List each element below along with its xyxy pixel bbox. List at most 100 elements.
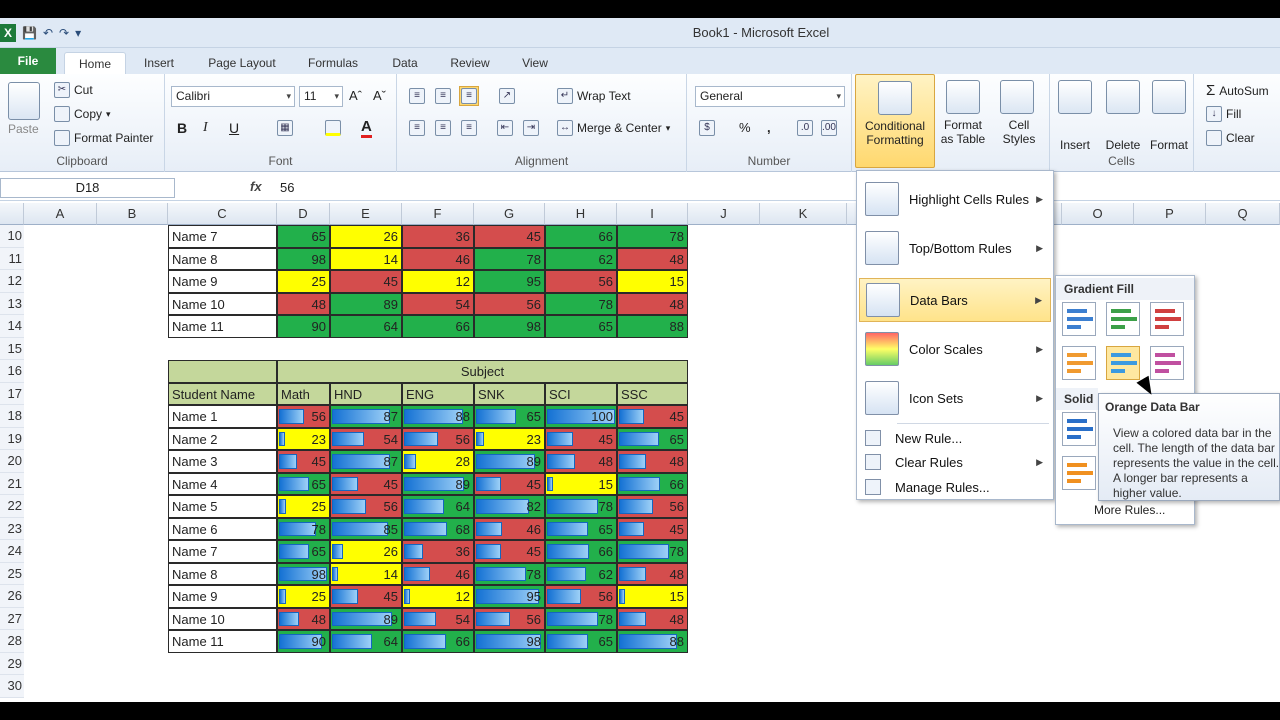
data-bar-cell[interactable]: 45 bbox=[474, 472, 545, 495]
data-bar-cell[interactable]: 36 bbox=[402, 540, 474, 563]
data-bar-cell[interactable]: 45 bbox=[545, 427, 617, 450]
data-bar-cell[interactable]: 87 bbox=[330, 405, 402, 428]
data-bar-cell[interactable]: 100 bbox=[545, 405, 617, 428]
data-bar-cell[interactable]: 78 bbox=[617, 540, 688, 563]
tab-file[interactable]: File bbox=[0, 48, 56, 74]
table-cell[interactable]: 98 bbox=[474, 315, 545, 338]
table-cell[interactable]: 78 bbox=[617, 225, 688, 248]
data-bar-cell[interactable]: 46 bbox=[402, 562, 474, 585]
font-size-combo[interactable]: 11 ▾ bbox=[299, 86, 343, 107]
data-bar-cell[interactable]: 78 bbox=[474, 562, 545, 585]
autosum-button[interactable]: Σ AutoSum bbox=[1206, 82, 1269, 99]
column-title-cell[interactable]: SCI bbox=[545, 382, 617, 405]
row-header[interactable]: 14 bbox=[0, 315, 24, 338]
data-bar-cell[interactable]: 48 bbox=[617, 607, 688, 630]
purple-gradient-bar-icon[interactable] bbox=[1150, 346, 1184, 380]
column-title-cell[interactable]: ENG bbox=[402, 382, 474, 405]
table-cell[interactable]: Name 6 bbox=[168, 517, 277, 540]
table-cell[interactable]: 66 bbox=[402, 315, 474, 338]
data-bar-cell[interactable]: 78 bbox=[545, 607, 617, 630]
data-bar-cell[interactable]: 62 bbox=[545, 562, 617, 585]
table-cell[interactable]: 48 bbox=[277, 292, 330, 315]
data-bar-cell[interactable]: 88 bbox=[617, 630, 688, 653]
data-bar-cell[interactable]: 78 bbox=[545, 495, 617, 518]
data-bar-cell[interactable]: 65 bbox=[474, 405, 545, 428]
table-cell[interactable]: Name 4 bbox=[168, 472, 277, 495]
data-bar-cell[interactable]: 56 bbox=[402, 427, 474, 450]
row-header[interactable]: 26 bbox=[0, 585, 24, 608]
table-cell[interactable]: 45 bbox=[474, 225, 545, 248]
table-cell[interactable]: 56 bbox=[545, 270, 617, 293]
table-cell[interactable]: 65 bbox=[545, 315, 617, 338]
row-header[interactable]: 12 bbox=[0, 270, 24, 293]
data-bar-cell[interactable]: 26 bbox=[330, 540, 402, 563]
wrap-text-button[interactable]: ↵ Wrap Text bbox=[557, 88, 631, 104]
name-box[interactable]: D18 bbox=[0, 178, 175, 198]
paste-icon[interactable] bbox=[8, 82, 40, 120]
row-header[interactable]: 13 bbox=[0, 292, 24, 315]
table-cell[interactable]: Name 7 bbox=[168, 225, 277, 248]
column-header[interactable]: F bbox=[402, 203, 474, 225]
tab-review[interactable]: Review bbox=[442, 52, 498, 74]
format-as-table-button[interactable]: Format as Table bbox=[938, 118, 988, 146]
data-bar-cell[interactable]: 46 bbox=[474, 517, 545, 540]
column-header[interactable]: A bbox=[24, 203, 97, 225]
table-cell[interactable]: 15 bbox=[617, 270, 688, 293]
data-bar-cell[interactable]: 23 bbox=[277, 427, 330, 450]
format-painter-button[interactable]: Format Painter bbox=[54, 130, 153, 146]
data-bar-cell[interactable]: 15 bbox=[545, 472, 617, 495]
table-cell[interactable]: 36 bbox=[402, 225, 474, 248]
bold-button[interactable]: B bbox=[177, 120, 187, 136]
insert-button[interactable]: Insert bbox=[1050, 138, 1100, 152]
data-bar-cell[interactable]: 25 bbox=[277, 495, 330, 518]
table-cell[interactable]: 66 bbox=[545, 225, 617, 248]
table-cell[interactable]: 48 bbox=[617, 292, 688, 315]
menu-color-scales[interactable]: Color Scales ▶ bbox=[859, 327, 1051, 371]
row-header[interactable]: 30 bbox=[0, 675, 24, 698]
percent-button[interactable]: % bbox=[739, 120, 751, 135]
tab-data[interactable]: Data bbox=[382, 52, 428, 74]
table-cell[interactable]: 56 bbox=[474, 292, 545, 315]
format-cells-icon[interactable] bbox=[1152, 80, 1186, 114]
row-header[interactable]: 17 bbox=[0, 382, 24, 405]
table-cell[interactable]: Name 3 bbox=[168, 450, 277, 473]
data-bar-cell[interactable]: 56 bbox=[545, 585, 617, 608]
data-bar-cell[interactable]: 45 bbox=[617, 405, 688, 428]
fx-icon[interactable]: fx bbox=[250, 179, 262, 194]
table-cell[interactable]: 54 bbox=[402, 292, 474, 315]
table-cell[interactable]: Name 5 bbox=[168, 495, 277, 518]
data-bar-cell[interactable]: 65 bbox=[277, 540, 330, 563]
data-bar-cell[interactable]: 64 bbox=[330, 630, 402, 653]
table-cell[interactable]: 78 bbox=[474, 247, 545, 270]
row-header[interactable]: 20 bbox=[0, 450, 24, 473]
format-as-table-icon[interactable] bbox=[946, 80, 980, 114]
table-cell[interactable]: Name 9 bbox=[168, 585, 277, 608]
table-cell[interactable]: 62 bbox=[545, 247, 617, 270]
comma-button[interactable]: , bbox=[767, 120, 771, 135]
decrease-indent-icon[interactable]: ⇤ bbox=[497, 120, 513, 136]
column-header[interactable]: K bbox=[760, 203, 847, 225]
increase-indent-icon[interactable]: ⇥ bbox=[523, 120, 539, 136]
data-bar-cell[interactable]: 89 bbox=[474, 450, 545, 473]
borders-button[interactable]: ▦ bbox=[277, 120, 293, 136]
table-cell[interactable]: 78 bbox=[545, 292, 617, 315]
cell-styles-icon[interactable] bbox=[1000, 80, 1034, 114]
table-cell[interactable]: 64 bbox=[330, 315, 402, 338]
data-bar-cell[interactable]: 56 bbox=[330, 495, 402, 518]
data-bar-cell[interactable]: 85 bbox=[330, 517, 402, 540]
row-header[interactable]: 29 bbox=[0, 652, 24, 675]
table-cell[interactable]: 12 bbox=[402, 270, 474, 293]
data-bar-cell[interactable]: 90 bbox=[277, 630, 330, 653]
table-cell[interactable]: Name 1 bbox=[168, 405, 277, 428]
table-cell[interactable]: Name 10 bbox=[168, 292, 277, 315]
table-cell[interactable]: Name 11 bbox=[168, 315, 277, 338]
column-title-cell[interactable]: Math bbox=[277, 382, 330, 405]
tab-insert[interactable]: Insert bbox=[136, 52, 182, 74]
table-cell[interactable]: Name 11 bbox=[168, 630, 277, 653]
data-bar-cell[interactable]: 98 bbox=[277, 562, 330, 585]
data-bar-cell[interactable]: 78 bbox=[277, 517, 330, 540]
data-bar-cell[interactable]: 64 bbox=[402, 495, 474, 518]
menu-top-bottom-rules[interactable]: Top/Bottom Rules ▶ bbox=[859, 226, 1051, 270]
table-cell[interactable]: Name 9 bbox=[168, 270, 277, 293]
green-gradient-bar-icon[interactable] bbox=[1106, 302, 1140, 336]
